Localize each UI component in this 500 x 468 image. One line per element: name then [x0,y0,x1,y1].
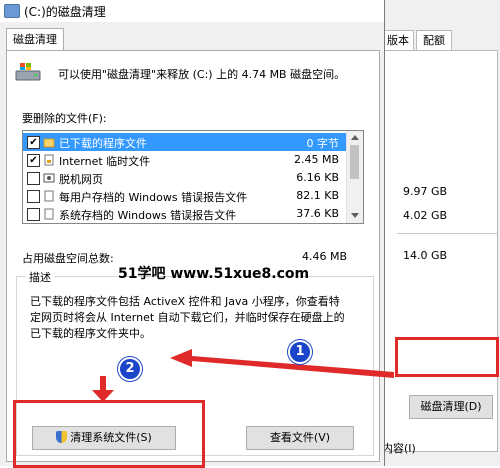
view-files-button[interactable]: 查看文件(V) [246,426,354,450]
scroll-up-icon[interactable] [351,135,359,140]
files-list[interactable]: ✔ 已下载的程序文件 0 字节 ✔ Internet 临时文件 2.45 MB … [22,130,364,224]
highlight-box-cleanup [395,337,499,377]
file-icon [44,208,54,220]
used-space-value: 9.97 GB [403,185,448,198]
tab-quota[interactable]: 配额 [416,30,452,51]
checkbox[interactable] [27,190,40,203]
title-bar[interactable]: (C:)的磁盘清理 [0,0,384,22]
lock-file-icon [44,154,54,166]
file-name: Internet 临时文件 [59,155,151,168]
step-badge-1: 1 [288,340,312,364]
list-scrollbar[interactable] [346,131,363,223]
file-size: 2.45 MB [293,153,339,166]
list-item[interactable]: ✔ Internet 临时文件 2.45 MB [23,151,347,169]
tab-version[interactable]: 版本 [382,30,414,51]
disk-cleanup-button[interactable]: 磁盘清理(D) [409,395,493,419]
window-title: (C:)的磁盘清理 [24,5,106,19]
cleanup-summary: 可以使用"磁盘清理"来释放 (C:) 上的 4.74 MB 磁盘空间。 [58,68,346,81]
file-size: 6.16 KB [296,171,339,184]
checkbox[interactable] [27,208,40,221]
folder-icon [43,138,55,148]
capacity-value: 14.0 GB [403,249,448,262]
list-item[interactable]: 脱机网页 6.16 KB [23,169,347,187]
list-item[interactable]: 每用户存档的 Windows 错误报告文件 82.1 KB [23,187,347,205]
checkbox[interactable] [27,172,40,185]
checkbox[interactable]: ✔ [27,136,40,149]
highlight-box-system-files [13,400,205,468]
divider [397,233,497,234]
content-label: 内容(I) [382,442,416,455]
scroll-thumb[interactable] [350,145,359,179]
drive-icon [15,63,41,81]
watermark: 51学吧 www.51xue8.com [118,266,310,282]
description-text: 已下载的程序文件包括 ActiveX 控件和 Java 小程序，你查看特定网页时… [30,295,345,340]
scroll-down-icon[interactable] [351,213,359,218]
list-item[interactable]: ✔ 已下载的程序文件 0 字节 [23,133,347,151]
total-space-value: 4.46 MB [302,250,348,263]
list-item[interactable]: 系统存档的 Windows 错误报告文件 37.6 KB [23,205,347,223]
tab-disk-cleanup[interactable]: 磁盘清理 [6,28,64,51]
file-name: 已下载的程序文件 [59,137,147,150]
file-icon [44,190,54,202]
total-space-label: 占用磁盘空间总数: [22,252,114,265]
files-to-delete-label: 要删除的文件(F): [22,112,107,125]
background-panel: 9.97 GB 4.02 GB 14.0 GB 磁盘清理(D) [376,50,498,452]
description-group-label: 描述 [26,269,54,285]
webpage-icon [43,173,55,183]
step-badge-2: 2 [118,357,142,381]
file-size: 0 字节 [306,137,340,150]
checkbox[interactable]: ✔ [27,154,40,167]
background-tabs: 版本 配额 [376,30,500,51]
file-name: 系统存档的 Windows 错误报告文件 [59,209,237,222]
disk-cleanup-icon [4,4,20,18]
background-properties-window: 版本 配额 9.97 GB 4.02 GB 14.0 GB 磁盘清理(D) 内容… [376,0,500,466]
free-space-value: 4.02 GB [403,209,448,222]
disk-cleanup-dialog: (C:)的磁盘清理 磁盘清理 可以使用"磁盘清理"来释放 (C:) 上的 4.7… [0,0,385,466]
file-size: 37.6 KB [296,207,339,220]
file-name: 脱机网页 [59,173,103,186]
file-name: 每用户存档的 Windows 错误报告文件 [59,191,248,204]
file-size: 82.1 KB [296,189,339,202]
